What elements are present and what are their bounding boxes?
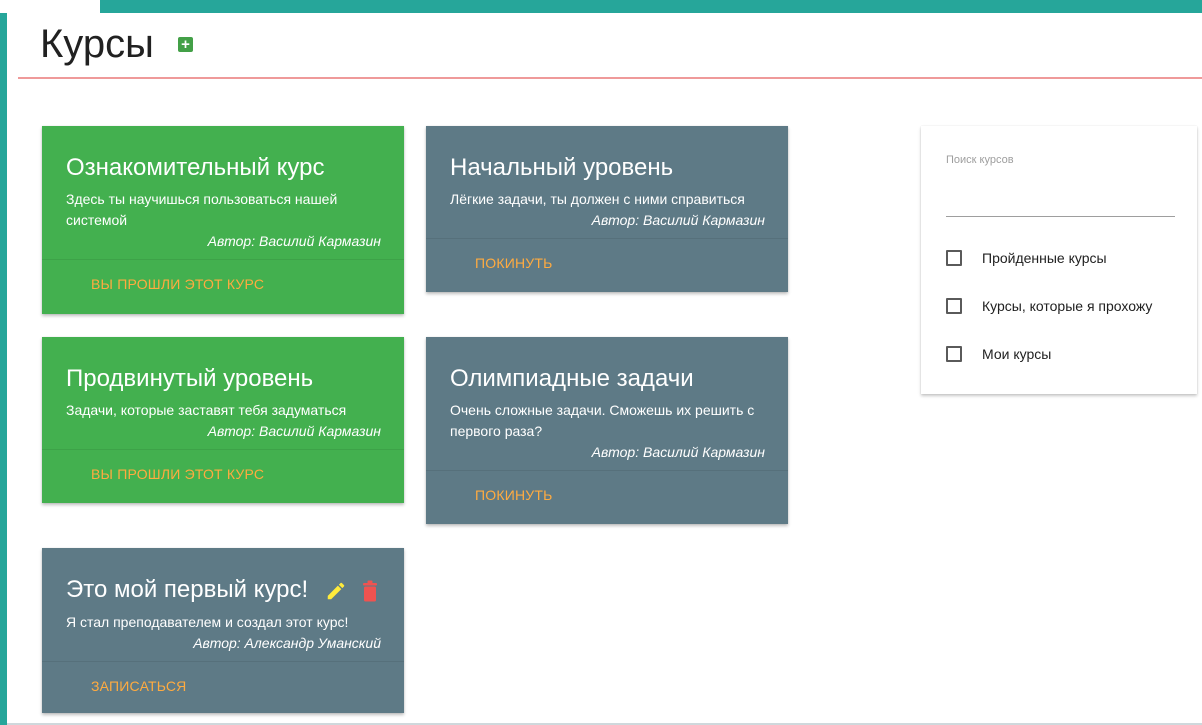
course-card: Олимпиадные задачи Очень сложные задачи.… (426, 337, 788, 524)
course-author: Автор: Василий Кармазин (207, 233, 381, 249)
course-completed-button[interactable]: Вы прошли этот курс (42, 449, 404, 498)
checkbox[interactable] (946, 250, 962, 266)
course-completed-button[interactable]: Вы прошли этот курс (42, 259, 404, 308)
enroll-button[interactable]: Записаться (42, 660, 404, 710)
filter-completed-courses[interactable]: Пройденные курсы (946, 248, 1166, 270)
top-accent-bar (100, 0, 1202, 13)
leave-course-button[interactable]: Покинуть (426, 470, 788, 519)
search-label: Поиск курсов (946, 154, 1014, 166)
course-card: Начальный уровень Лёгкие задачи, ты долж… (426, 126, 788, 292)
course-title-row: Это мой первый курс! (66, 575, 380, 606)
filter-in-progress-courses[interactable]: Курсы, которые я прохожу (946, 296, 1191, 318)
leave-course-button[interactable]: Покинуть (426, 238, 788, 287)
course-filter-panel: Поиск курсов Пройденные курсы Курсы, кот… (921, 126, 1197, 394)
add-course-button[interactable]: + (178, 37, 193, 52)
checkbox[interactable] (946, 346, 962, 362)
pencil-icon[interactable] (325, 580, 347, 602)
checkbox[interactable] (946, 298, 962, 314)
course-card: Продвинутый уровень Задачи, которые заст… (42, 337, 404, 503)
filter-my-courses[interactable]: Мои курсы (946, 344, 1086, 366)
trash-icon[interactable] (362, 580, 378, 602)
course-description: Я стал преподавателем и создал этот курс… (66, 613, 349, 630)
plus-square-icon: + (181, 36, 190, 53)
checkbox-label: Мои курсы (982, 346, 1052, 362)
course-card: Это мой первый курс! Я стал преподавател… (42, 548, 404, 713)
course-author: Автор: Василий Кармазин (591, 444, 765, 460)
checkbox-label: Пройденные курсы (982, 250, 1107, 266)
course-title: Ознакомительный курс (66, 154, 325, 181)
search-input[interactable] (946, 184, 1175, 217)
course-title: Начальный уровень (450, 154, 674, 181)
course-author: Автор: Василий Кармазин (207, 423, 381, 439)
checkbox-label: Курсы, которые я прохожу (982, 298, 1153, 314)
course-author: Автор: Василий Кармазин (591, 212, 765, 228)
course-description: Лёгкие задачи, ты должен с ними справить… (450, 191, 745, 207)
course-description: Здесь ты научишься пользоваться нашей си… (66, 191, 338, 228)
course-card: Ознакомительный курс Здесь ты научишься … (42, 126, 404, 314)
course-description: Задачи, которые заставят тебя задуматься (66, 402, 347, 418)
course-title: Продвинутый уровень (66, 365, 314, 392)
course-description: Очень сложные задачи. Сможешь их решить … (450, 402, 755, 439)
page-title: Курсы (40, 22, 154, 66)
page-header: Курсы + (18, 13, 1202, 79)
course-title: Олимпиадные задачи (450, 365, 694, 392)
course-author: Автор: Александр Уманский (193, 634, 381, 651)
course-title: Это мой первый курс! (66, 576, 309, 603)
left-accent-bar (0, 13, 7, 725)
